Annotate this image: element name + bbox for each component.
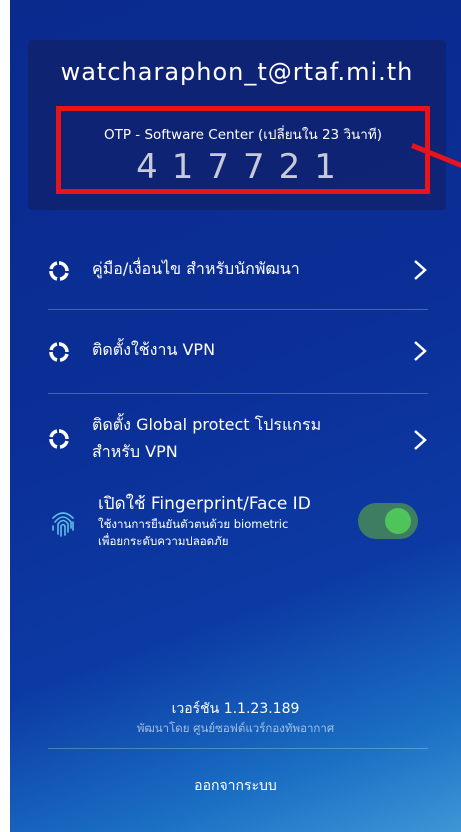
- fingerprint-desc-line1: ใช้งานการยืนยันตัวตนด้วย biometric: [98, 517, 289, 531]
- menu-item-developer-guide[interactable]: คู่มือ/เงื่อนไข สำหรับนักพัฒนา: [48, 256, 428, 286]
- otp-label: OTP - Software Center (เปลี่ยนใน 23 วินา…: [104, 127, 382, 143]
- spinner-icon: [49, 342, 69, 362]
- spinner-icon: [49, 261, 69, 281]
- chevron-right-icon: [414, 341, 427, 361]
- menu-item-install-vpn[interactable]: ติดตั้งใช้งาน VPN: [48, 337, 428, 367]
- fingerprint-toggle[interactable]: [358, 503, 418, 539]
- divider: [48, 309, 428, 310]
- fingerprint-title: เปิดใช้ Fingerprint/Face ID: [98, 494, 311, 514]
- logout-button[interactable]: ออกจากระบบ: [10, 775, 461, 797]
- menu-item-label: คู่มือ/เงื่อนไข สำหรับนักพัฒนา: [92, 259, 300, 278]
- developer-credit: พัฒนาโดย ศูนย์ซอฟต์แวร์กองทัพอากาศ: [136, 721, 335, 735]
- spinner-icon: [49, 429, 69, 449]
- divider: [48, 393, 428, 394]
- fingerprint-icon: [52, 512, 74, 537]
- divider: [48, 748, 428, 749]
- fingerprint-description: ใช้งานการยืนยันตัวตนด้วย biometric เพื่อ…: [98, 516, 358, 550]
- account-email: watcharaphon_t@rtaf.mi.th: [60, 58, 414, 86]
- menu-item-label-line2: สำหรับ VPN: [92, 442, 178, 461]
- account-card: watcharaphon_t@rtaf.mi.th OTP - Software…: [28, 40, 446, 210]
- chevron-right-icon: [414, 430, 427, 450]
- menu-item-label: ติดตั้งใช้งาน VPN: [92, 340, 216, 359]
- toggle-knob: [385, 508, 411, 534]
- otp-code: 417721: [136, 147, 350, 187]
- otp-highlight-box: OTP - Software Center (เปลี่ยนใน 23 วินา…: [56, 106, 430, 194]
- menu-item-label-line1: ติดตั้ง Global protect โปรแกรม: [92, 415, 322, 434]
- chevron-right-icon: [414, 260, 427, 280]
- app-screen: watcharaphon_t@rtaf.mi.th OTP - Software…: [10, 0, 461, 832]
- app-version: เวอร์ชัน 1.1.23.189: [171, 701, 300, 717]
- fingerprint-desc-line2: เพื่อยกระดับความปลอดภัย: [98, 534, 229, 548]
- menu-item-install-global-protect[interactable]: ติดตั้ง Global protect โปรแกรม สำหรับ VP…: [48, 412, 428, 468]
